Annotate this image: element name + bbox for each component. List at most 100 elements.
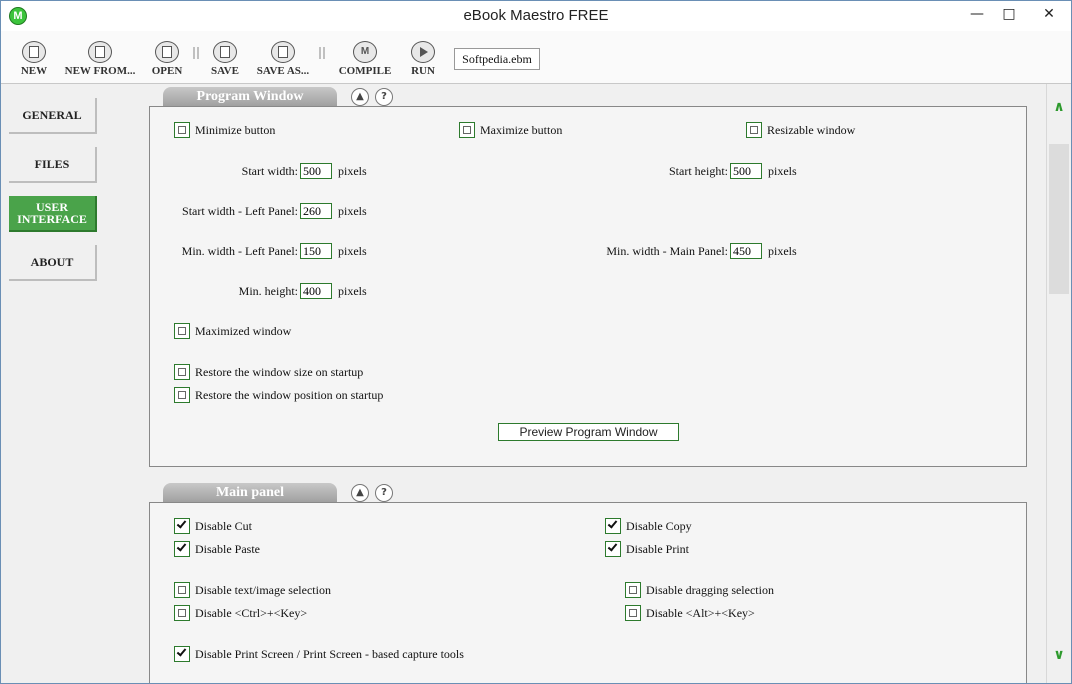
collapse-up-icon[interactable]: ▲ [351,88,369,106]
min-height-row: Min. height: pixels [239,283,367,299]
disable-ctrl-option[interactable]: Disable <Ctrl>+<Key> [174,605,307,621]
new-button[interactable]: NEW [15,41,53,77]
vertical-scrollbar[interactable]: ∧ ∨ [1046,84,1071,683]
maximized-window-label: Maximized window [195,323,292,338]
min-width-left-input[interactable] [300,243,332,259]
compile-icon: M [353,41,377,63]
new-document-icon [22,41,46,63]
open-button-label: OPEN [151,65,183,77]
disable-paste-checkbox[interactable] [174,541,190,557]
min-width-left-label: Min. width - Left Panel: [181,243,298,258]
title-bar: M eBook Maestro FREE — □ ✕ [1,1,1071,31]
settings-content: Program Window ▲ ? Minimize button Maxim… [149,84,1046,683]
compile-button[interactable]: M COMPILE [333,41,397,77]
disable-cut-checkbox[interactable] [174,518,190,534]
scroll-down-icon[interactable]: ∨ [1051,648,1067,662]
program-window-section-tab: Program Window [163,87,337,107]
min-width-main-input[interactable] [730,243,762,259]
minimize-window-button[interactable]: — [961,1,993,29]
start-width-left-unit: pixels [338,203,367,218]
toolbar-separator [319,47,325,59]
maximize-button-checkbox[interactable] [459,122,475,138]
start-width-left-label: Start width - Left Panel: [182,203,298,218]
sidebar-item-general[interactable]: GENERAL [9,98,97,134]
minimize-button-checkbox[interactable] [174,122,190,138]
help-icon[interactable]: ? [375,484,393,502]
close-window-button[interactable]: ✕ [1027,1,1071,29]
sidebar-item-user-interface[interactable]: USER INTERFACE [9,196,97,232]
maximize-button-label: Maximize button [480,122,563,137]
scroll-up-icon[interactable]: ∧ [1051,100,1067,114]
disable-dragging-checkbox[interactable] [625,582,641,598]
project-file-name: Softpedia.ebm [454,48,540,70]
disable-print-label: Disable Print [626,541,689,556]
min-height-unit: pixels [338,283,367,298]
resizable-window-option[interactable]: Resizable window [746,122,855,138]
new-from-button[interactable]: NEW FROM... [59,41,141,77]
run-button-label: RUN [411,65,435,77]
disable-print-screen-option[interactable]: Disable Print Screen / Print Screen - ba… [174,646,464,662]
disable-print-screen-checkbox[interactable] [174,646,190,662]
compile-button-label: COMPILE [338,65,392,77]
disable-selection-label: Disable text/image selection [195,582,331,597]
restore-size-option[interactable]: Restore the window size on startup [174,364,363,380]
disable-copy-checkbox[interactable] [605,518,621,534]
restore-position-option[interactable]: Restore the window position on startup [174,387,383,403]
save-as-button[interactable]: SAVE AS... [251,41,315,77]
disable-alt-option[interactable]: Disable <Alt>+<Key> [625,605,755,621]
run-button[interactable]: RUN [405,41,441,77]
run-play-icon [411,41,435,63]
min-height-input[interactable] [300,283,332,299]
maximize-button-option[interactable]: Maximize button [459,122,562,138]
disable-print-screen-label: Disable Print Screen / Print Screen - ba… [195,646,464,661]
disable-selection-option[interactable]: Disable text/image selection [174,582,331,598]
disable-alt-checkbox[interactable] [625,605,641,621]
sidebar: GENERAL FILES USER INTERFACE ABOUT [1,84,149,683]
sidebar-item-label: USER INTERFACE [17,200,87,226]
maximize-window-button[interactable]: □ [993,1,1025,29]
disable-dragging-option[interactable]: Disable dragging selection [625,582,774,598]
new-button-label: NEW [20,65,48,77]
disable-print-option[interactable]: Disable Print [605,541,689,557]
minimize-button-label: Minimize button [195,122,276,137]
disable-paste-option[interactable]: Disable Paste [174,541,260,557]
preview-program-window-button[interactable]: Preview Program Window [498,423,679,441]
help-icon[interactable]: ? [375,88,393,106]
new-from-button-label: NEW FROM... [64,65,136,77]
maximized-window-option[interactable]: Maximized window [174,323,291,339]
collapse-up-icon[interactable]: ▲ [351,484,369,502]
disable-print-checkbox[interactable] [605,541,621,557]
restore-size-checkbox[interactable] [174,364,190,380]
disable-paste-label: Disable Paste [195,541,260,556]
resizable-window-checkbox[interactable] [746,122,762,138]
minimize-button-option[interactable]: Minimize button [174,122,275,138]
open-button[interactable]: OPEN [146,41,188,77]
restore-size-label: Restore the window size on startup [195,364,364,379]
restore-position-checkbox[interactable] [174,387,190,403]
sidebar-item-label: GENERAL [22,108,82,122]
start-height-label: Start height: [669,163,728,178]
save-button[interactable]: SAVE [206,41,244,77]
save-button-label: SAVE [211,65,239,77]
scrollbar-thumb[interactable] [1049,144,1069,294]
min-width-main-row: Min. width - Main Panel: pixels [606,243,797,259]
toolbar-separator [193,47,199,59]
sidebar-item-files[interactable]: FILES [9,147,97,183]
disable-cut-option[interactable]: Disable Cut [174,518,252,534]
save-as-icon [271,41,295,63]
start-height-input[interactable] [730,163,762,179]
start-width-left-row: Start width - Left Panel: pixels [182,203,367,219]
open-folder-icon [155,41,179,63]
start-width-left-input[interactable] [300,203,332,219]
program-window-panel: Minimize button Maximize button Resizabl… [149,106,1027,467]
start-height-unit: pixels [768,163,797,178]
disable-ctrl-checkbox[interactable] [174,605,190,621]
toolbar: NEW NEW FROM... OPEN SAVE SAVE AS... M C… [1,31,1071,84]
sidebar-item-about[interactable]: ABOUT [9,245,97,281]
disable-copy-option[interactable]: Disable Copy [605,518,692,534]
maximized-window-checkbox[interactable] [174,323,190,339]
disable-selection-checkbox[interactable] [174,582,190,598]
min-width-left-row: Min. width - Left Panel: pixels [181,243,367,259]
start-width-input[interactable] [300,163,332,179]
sidebar-item-label: ABOUT [30,255,74,269]
